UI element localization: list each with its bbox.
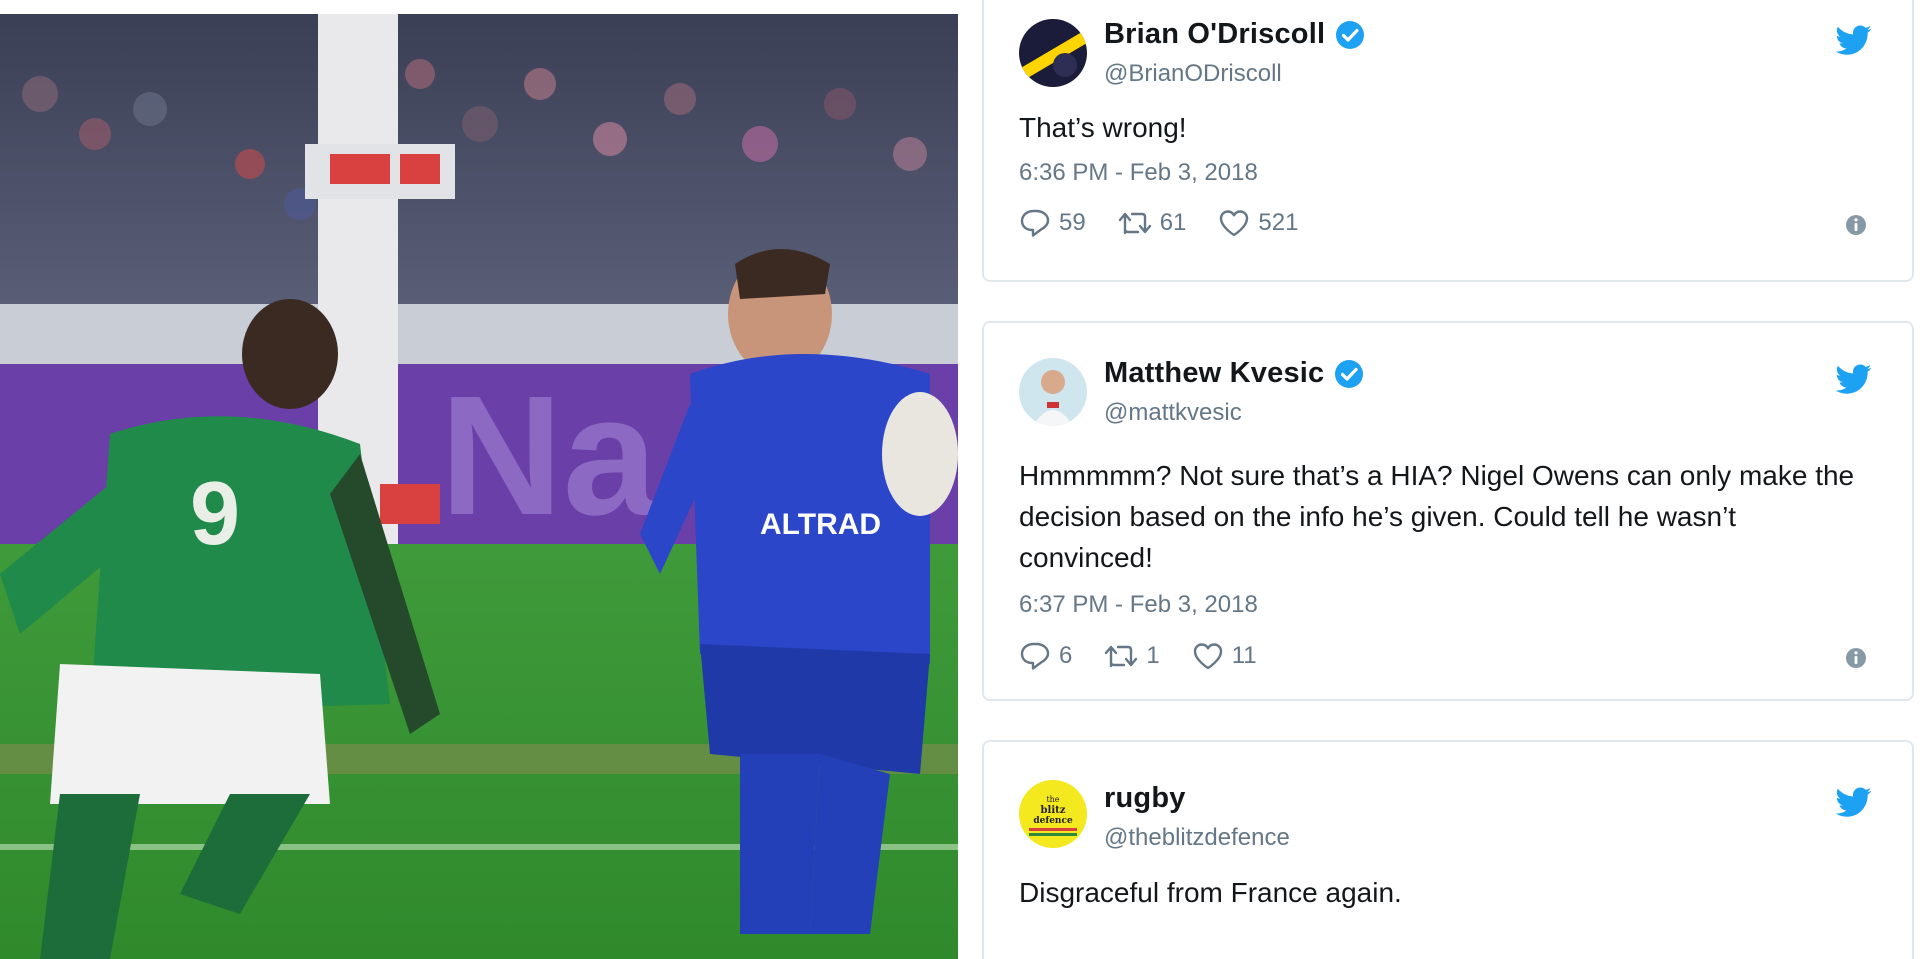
twitter-bird-icon[interactable] (1836, 784, 1872, 820)
tweet-text: Hmmmmm? Not sure that’s a HIA? Nigel Owe… (1019, 460, 1855, 573)
tweet-card[interactable]: the blitz defence rugby @theblitzdefence… (982, 740, 1914, 959)
svg-text:blitz: blitz (1041, 805, 1066, 816)
tweet-actions: 59 61 521 (1019, 208, 1298, 238)
like-button[interactable]: 521 (1218, 208, 1298, 238)
retweet-count: 61 (1159, 209, 1187, 236)
like-count: 11 (1231, 642, 1257, 669)
twitter-bird-icon[interactable] (1836, 22, 1872, 58)
avatar[interactable] (1019, 358, 1087, 426)
author-handle[interactable]: @BrianODriscoll (1104, 60, 1282, 88)
player-number: 9 (190, 464, 240, 564)
reply-icon (1020, 209, 1050, 237)
jersey-sponsor-text: ALTRAD (760, 508, 881, 541)
tweet-card[interactable]: Matthew Kvesic @mattkvesic Hmmmmm? Not s… (982, 321, 1914, 701)
tweet-card[interactable]: Brian O'Driscoll @BrianODriscoll That’s … (982, 0, 1914, 282)
verified-badge-icon (1335, 359, 1364, 388)
retweet-count: 1 (1146, 642, 1160, 669)
author-handle[interactable]: @theblitzdefence (1104, 824, 1290, 852)
retweet-icon (1118, 212, 1151, 235)
avatar[interactable] (1019, 19, 1087, 87)
like-button[interactable]: 11 (1192, 641, 1257, 671)
reply-icon (1020, 642, 1050, 670)
reply-count: 59 (1059, 209, 1086, 236)
retweet-icon (1105, 645, 1138, 668)
svg-text:defence: defence (1033, 816, 1073, 826)
tweet-actions: 6 1 11 (1019, 641, 1257, 671)
tweet-text: That’s wrong! (1019, 112, 1187, 143)
author-row: rugby (1104, 782, 1186, 815)
tweet-text: Disgraceful from France again. (1019, 877, 1402, 908)
tweet-timestamp[interactable]: 6:36 PM - Feb 3, 2018 (1019, 159, 1258, 187)
info-icon[interactable] (1845, 647, 1867, 669)
reply-button[interactable]: 6 (1019, 641, 1072, 671)
author-name[interactable]: Brian O'Driscoll (1104, 18, 1325, 51)
tweet-timestamp[interactable]: 6:37 PM - Feb 3, 2018 (1019, 591, 1258, 619)
verified-badge-icon (1336, 20, 1365, 49)
rugby-match-photo: Na 9 ALTRAD (0, 14, 958, 959)
author-row: Brian O'Driscoll (1104, 18, 1365, 51)
avatar-logo-text: the (1046, 795, 1059, 804)
author-row: Matthew Kvesic (1104, 357, 1364, 390)
like-count: 521 (1258, 209, 1299, 236)
author-name[interactable]: Matthew Kvesic (1104, 357, 1324, 390)
twitter-bird-icon[interactable] (1836, 361, 1872, 397)
retweet-button[interactable]: 1 (1104, 642, 1160, 670)
avatar[interactable]: the blitz defence (1019, 780, 1087, 848)
like-icon (1220, 210, 1249, 237)
retweet-button[interactable]: 61 (1118, 209, 1187, 237)
banner-text: Na (440, 361, 659, 551)
screenshot-root: Na 9 ALTRAD Brian O'Driscoll @BrianODris… (0, 0, 1920, 959)
reply-button[interactable]: 59 (1019, 208, 1086, 238)
author-name[interactable]: rugby (1104, 782, 1186, 815)
like-icon (1193, 643, 1222, 670)
info-icon[interactable] (1845, 214, 1867, 236)
author-handle[interactable]: @mattkvesic (1104, 399, 1242, 427)
reply-count: 6 (1059, 642, 1073, 669)
